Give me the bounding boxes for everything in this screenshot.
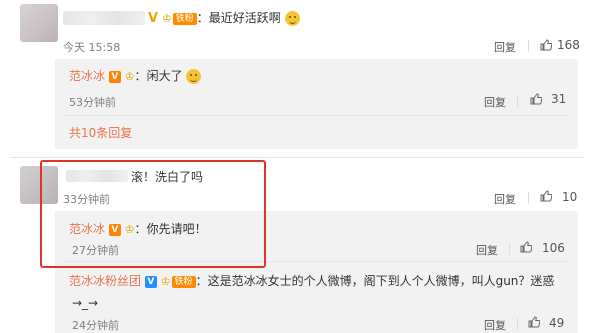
thumb-up-icon[interactable] [540, 190, 552, 202]
verified-v-icon: V [108, 70, 121, 83]
reply-author[interactable]: 范冰冰粉丝团 [69, 274, 141, 288]
crown-icon: ♔ [160, 275, 171, 288]
reply-button[interactable]: 回复 [494, 39, 516, 55]
reply-text: 闲大了 [146, 69, 183, 83]
crown-icon: ♔ [124, 70, 135, 83]
like-count: 49 [549, 316, 565, 330]
reply-author[interactable]: 范冰冰 [69, 69, 105, 83]
crown-icon: V [148, 11, 159, 26]
reply-button[interactable]: 回复 [494, 191, 516, 207]
emoji-icon [186, 69, 202, 84]
fan-badge: 铁粉 [171, 275, 196, 288]
thumb-up-icon[interactable] [540, 39, 552, 51]
comment-text: 最近好活跃啊 [208, 11, 281, 25]
crown-icon: ♔ [161, 12, 172, 25]
reply-body: 范冰冰粉丝团 V ♔ 铁粉 ：这是范冰冰女士的个人微博，阁下到人个人微博，叫人gun… [69, 274, 555, 288]
emoji-icon [284, 11, 300, 26]
highlight-box [40, 160, 266, 268]
reply-body: 范冰冰 V ♔：闲大了 [69, 67, 202, 84]
reply-button[interactable]: 回复 [476, 242, 498, 258]
comment-time: 今天 15:58 [63, 41, 121, 54]
reply-button[interactable]: 回复 [484, 317, 506, 333]
like-count: 168 [557, 38, 580, 52]
thumb-up-icon[interactable] [528, 316, 540, 328]
fan-badge: 铁粉 [172, 12, 197, 25]
comment-body: V ♔ 铁粉 ：最近好活跃啊 [148, 9, 300, 27]
like-count: 31 [551, 92, 567, 106]
reply-button[interactable]: 回复 [484, 94, 506, 110]
more-replies-link[interactable]: 共10条回复 [69, 124, 132, 141]
reply-text: 这是范冰冰女士的个人微博，阁下到人个人微博，叫人gun？迷惑 [207, 274, 555, 288]
reply-time: 24分钟前 [72, 319, 119, 332]
verified-v-icon: V [144, 275, 157, 288]
like-count: 10 [562, 190, 578, 204]
thumb-up-icon[interactable] [530, 93, 542, 105]
avatar[interactable] [20, 4, 58, 42]
like-count: 106 [542, 241, 565, 255]
reply-time: 53分钟前 [69, 96, 116, 109]
reply-text-continued: →_→ [72, 296, 99, 310]
commenter-name-blurred[interactable] [63, 11, 145, 25]
thumb-up-icon[interactable] [520, 241, 532, 253]
